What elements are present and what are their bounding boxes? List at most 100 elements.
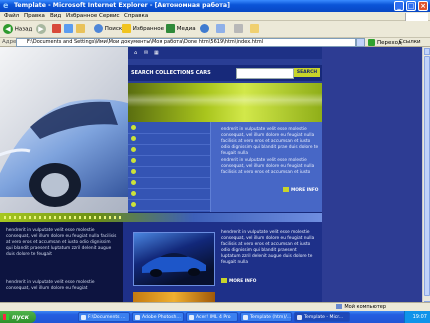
- ie-icon: [297, 315, 302, 320]
- refresh-icon: [64, 24, 73, 33]
- minimize-button[interactable]: _: [394, 1, 404, 11]
- bullet-icon: [131, 158, 136, 163]
- back-button[interactable]: ◀ Назад: [3, 24, 32, 34]
- taskbar-item-label: Adobe Photosh...: [142, 315, 181, 320]
- green-banner: [128, 83, 322, 123]
- mail-button[interactable]: [216, 24, 225, 34]
- sitemap-nav-icon[interactable]: ▦: [154, 50, 159, 56]
- more-info-link[interactable]: MORE INFO: [221, 278, 256, 284]
- hero-car-image: [0, 47, 128, 213]
- bullet-icon: [131, 202, 136, 207]
- favorites-label: Избранное: [132, 26, 164, 32]
- links-button[interactable]: Ссылки: [399, 39, 421, 45]
- bullet-icon: [131, 125, 136, 130]
- refresh-button[interactable]: [64, 24, 73, 34]
- history-icon: [200, 24, 209, 33]
- history-button[interactable]: [200, 24, 209, 34]
- ie-icon: [243, 315, 248, 320]
- car-thumbnail[interactable]: [133, 232, 215, 286]
- menu-bar: Файл Правка Вид Избранное Сервис Справка: [0, 12, 430, 22]
- menu-view[interactable]: Вид: [50, 13, 61, 19]
- bullet-icon: [131, 136, 136, 141]
- bullet-icon: [131, 169, 136, 174]
- menu-file[interactable]: Файл: [4, 13, 19, 19]
- mail-icon: [216, 24, 225, 33]
- taskbar-item[interactable]: Adobe Photosh...: [132, 312, 184, 322]
- scroll-up-button[interactable]: [424, 48, 430, 55]
- window-titlebar[interactable]: e Template - Microsoft Internet Explorer…: [0, 0, 430, 12]
- stop-icon: [52, 24, 61, 33]
- divider-dots: [4, 216, 124, 219]
- computer-icon: [336, 304, 343, 309]
- taskbar-item[interactable]: F:\Documents ...: [78, 312, 130, 322]
- favorites-button[interactable]: Избранное: [122, 24, 164, 34]
- photoshop-icon: [135, 315, 140, 320]
- vertical-scrollbar[interactable]: [422, 47, 430, 310]
- nav-list: [128, 122, 210, 212]
- address-input[interactable]: F:\Documents and Settings\Ими\Мои докуме…: [16, 38, 356, 47]
- arrow-icon: [221, 278, 227, 283]
- system-tray: 19:07: [404, 311, 430, 323]
- home-button[interactable]: [76, 24, 85, 34]
- taskbar-item-active[interactable]: Template - Micr...: [294, 312, 350, 322]
- toolbar: ◀ Назад ▶ Поиск Избранное Медиа: [0, 21, 430, 38]
- search-button[interactable]: Поиск: [94, 24, 122, 34]
- intro-paragraph-2: endrerit in vulputate velit esse molesti…: [221, 158, 315, 175]
- sports-car-image: [142, 253, 206, 277]
- taskbar-item-label: Acer! IML 4 Pro: [196, 315, 231, 320]
- banner-shine: [128, 93, 322, 107]
- menu-tools[interactable]: Сервис: [99, 13, 120, 19]
- more-info-label: MORE INFO: [229, 279, 257, 284]
- scroll-thumb[interactable]: [424, 56, 430, 296]
- browser-viewport: ⌂ ✉ ▦ SEARCH COLLECTIONS CARS SEARCH end…: [0, 47, 430, 310]
- taskbar-item-label: F:\Documents ...: [88, 315, 126, 320]
- more-info-link[interactable]: MORE INFO: [283, 187, 318, 193]
- more-info-label: MORE INFO: [291, 188, 319, 193]
- media-button[interactable]: Медиа: [166, 24, 196, 34]
- window-title: Template - Microsoft Internet Explorer -…: [14, 2, 230, 9]
- folder-icon: [81, 315, 86, 320]
- home-nav-icon[interactable]: ⌂: [134, 50, 137, 56]
- site-search-button[interactable]: SEARCH: [294, 68, 320, 77]
- status-bar: Мой компьютер: [0, 302, 430, 311]
- forward-arrow-icon: ▶: [36, 24, 46, 34]
- site-search-bar: SEARCH COLLECTIONS CARS SEARCH: [128, 65, 322, 81]
- back-label: Назад: [14, 26, 33, 33]
- go-button[interactable]: Переход: [368, 39, 402, 46]
- intro-text-panel: endrerit in vulputate velit esse molesti…: [210, 122, 322, 212]
- intro-paragraph-1: endrerit in vulputate velit esse molesti…: [221, 127, 319, 156]
- site-search-input[interactable]: [236, 68, 294, 79]
- top-nav-strip: ⌂ ✉ ▦: [128, 47, 322, 59]
- start-label: пуск: [12, 313, 29, 321]
- taskbar: пуск F:\Documents ... Adobe Photosh... A…: [0, 311, 430, 323]
- nav-list-item[interactable]: [128, 199, 210, 211]
- forward-button[interactable]: ▶: [36, 24, 46, 34]
- bullet-icon: [131, 147, 136, 152]
- bottom-left-paragraph-1: hendrerit in vulputate velit esse molest…: [6, 228, 117, 257]
- menu-favorites[interactable]: Избранное: [66, 13, 97, 19]
- address-dropdown-button[interactable]: [356, 38, 365, 47]
- clock: 19:07: [412, 314, 427, 320]
- print-icon: [234, 24, 243, 33]
- maximize-button[interactable]: □: [406, 1, 416, 11]
- windows-flag-icon: [3, 314, 9, 320]
- app-icon: [189, 315, 194, 320]
- edit-button[interactable]: [250, 24, 259, 34]
- mail-nav-icon[interactable]: ✉: [144, 50, 148, 56]
- taskbar-item[interactable]: Template (htm)/...: [240, 312, 292, 322]
- bullet-icon: [131, 191, 136, 196]
- start-button[interactable]: пуск: [0, 311, 36, 323]
- taskbar-item-label: Template - Micr...: [304, 315, 344, 320]
- bottom-left-panel: hendrerit in vulputate velit esse molest…: [0, 222, 123, 310]
- star-icon: [122, 24, 131, 33]
- menu-help[interactable]: Справка: [124, 13, 148, 19]
- bullet-icon: [131, 180, 136, 185]
- media-icon: [166, 24, 175, 33]
- taskbar-item[interactable]: Acer! IML 4 Pro: [186, 312, 238, 322]
- stop-button[interactable]: [52, 24, 61, 34]
- menu-edit[interactable]: Правка: [24, 13, 45, 19]
- zone-label: Мой компьютер: [344, 304, 386, 310]
- print-button[interactable]: [234, 24, 243, 34]
- web-page: ⌂ ✉ ▦ SEARCH COLLECTIONS CARS SEARCH end…: [0, 47, 322, 310]
- close-button[interactable]: ×: [418, 1, 428, 11]
